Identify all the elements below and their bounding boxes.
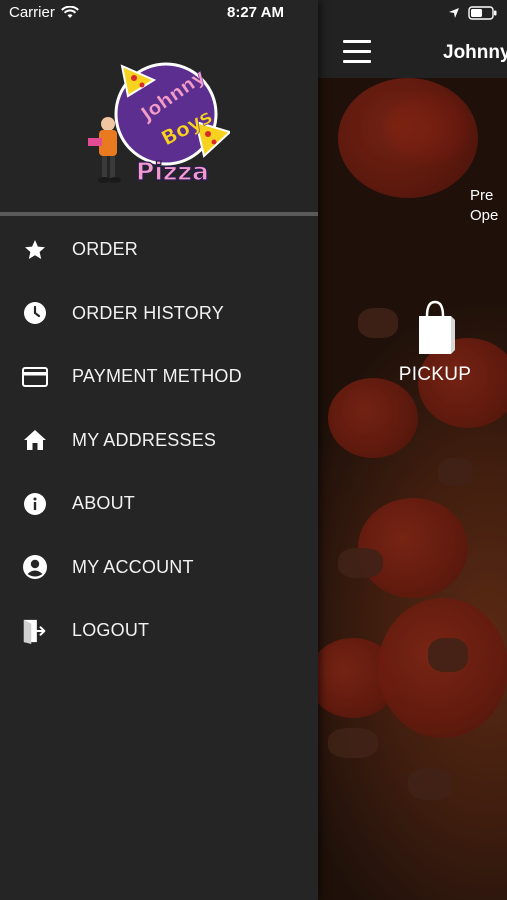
store-status-text: Pre Ope [470, 186, 498, 226]
account-circle-icon [22, 554, 48, 580]
menu-item-label: ABOUT [72, 493, 136, 514]
pickup-button[interactable]: PICKUP [398, 298, 472, 386]
status-indicators [448, 5, 498, 21]
home-icon [22, 427, 48, 453]
logo-text-pizza: Pizza [136, 157, 209, 186]
status-carrier: Carrier [9, 4, 79, 21]
menu-item-order[interactable]: ORDER [0, 218, 318, 282]
menu-item-label: LOGOUT [72, 620, 150, 641]
status-time: 8:27 AM [227, 4, 284, 21]
battery-icon [468, 6, 497, 20]
menu-item-label: MY ADDRESSES [72, 429, 217, 450]
johnny-boys-pizza-logo: Johnny Boys Pizza [84, 52, 232, 192]
menu-item-about[interactable]: ABOUT [0, 472, 318, 536]
drawer-divider [0, 212, 318, 216]
drawer-menu: ORDER ORDER HISTORY PAYMENT METHOD MY AD… [0, 218, 318, 663]
location-arrow-icon [449, 8, 459, 18]
menu-item-payment-method[interactable]: PAYMENT METHOD [0, 345, 318, 409]
star-icon [22, 237, 48, 263]
app-title: Johnny [443, 42, 507, 63]
menu-item-label: MY ACCOUNT [72, 556, 194, 577]
store-status-line1: Pre [470, 187, 494, 204]
menu-item-label: ORDER HISTORY [72, 302, 224, 323]
menu-item-order-history[interactable]: ORDER HISTORY [0, 282, 318, 346]
store-status-line2: Ope [470, 207, 499, 224]
clock-icon [22, 300, 48, 326]
menu-item-logout[interactable]: LOGOUT [0, 599, 318, 663]
info-icon [22, 491, 48, 517]
navigation-drawer: Carrier 8:27 AM Johnny Boys Pizza ORDER … [0, 0, 318, 900]
menu-item-label: ORDER [72, 239, 139, 260]
credit-card-icon [22, 364, 48, 390]
wifi-icon [60, 6, 79, 18]
logout-door-icon [22, 618, 48, 644]
menu-item-label: PAYMENT METHOD [72, 366, 242, 387]
menu-toggle-icon[interactable] [343, 40, 371, 63]
shopping-bag-icon [419, 300, 455, 354]
menu-item-my-addresses[interactable]: MY ADDRESSES [0, 409, 318, 473]
menu-item-my-account[interactable]: MY ACCOUNT [0, 536, 318, 600]
carrier-name: Carrier [9, 4, 55, 21]
pickup-label: PICKUP [398, 364, 472, 385]
